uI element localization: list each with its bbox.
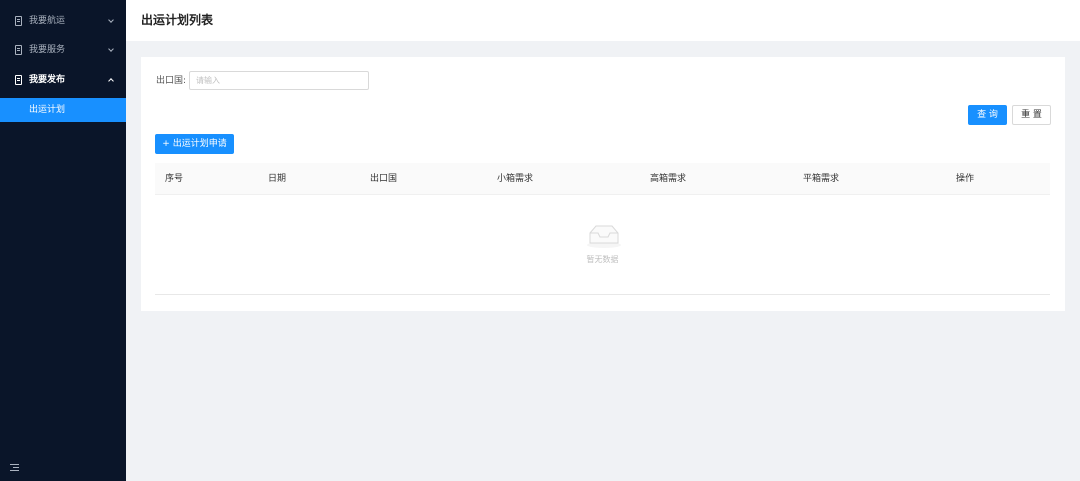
column-header: 日期 [268,174,287,184]
document-icon [15,45,22,55]
query-button[interactable]: 查 询 [968,105,1007,125]
sidebar-item-label: 我要发布 [29,75,66,85]
sidebar: 我要航运 我要服务 我要发布 出运计划 [0,0,126,481]
menu-fold-icon[interactable] [10,464,19,472]
column-header: 出口国 [370,174,398,184]
chevron-up-icon [108,78,114,84]
column-header: 小箱需求 [497,174,534,184]
chevron-down-icon [108,17,114,23]
sidebar-item-label: 我要航运 [29,16,66,26]
sidebar-item-shipping[interactable]: 我要航运 [0,7,126,36]
apply-shipping-plan-button[interactable]: + 出运计划申请 [155,134,234,154]
empty-inbox-icon [587,225,621,248]
document-icon [15,16,22,26]
export-country-input[interactable] [189,71,369,90]
table-header: 序号 日期 出口国 小箱需求 高箱需求 平箱需求 操作 [155,163,1050,195]
export-country-label: 出口国: [156,76,187,86]
sidebar-item-label: 我要服务 [29,45,66,55]
sidebar-subitem-shipping-plan[interactable]: 出运计划 [0,98,126,122]
column-header: 高箱需求 [650,174,687,184]
empty-text: 暂无数据 [586,255,619,264]
document-icon [15,75,22,85]
chevron-down-icon [108,46,114,52]
page-header: 出运计划列表 [126,0,1080,41]
sidebar-item-publish[interactable]: 我要发布 [0,66,126,95]
column-header: 平箱需求 [803,174,840,184]
table-empty-state: 暂无数据 [155,195,1050,295]
sidebar-item-service[interactable]: 我要服务 [0,36,126,65]
sidebar-subitem-label: 出运计划 [29,105,66,115]
column-header: 序号 [165,174,184,184]
page-title: 出运计划列表 [141,13,214,27]
content-card: 出口国: 查 询 重 置 + 出运计划申请 序号 日期 出口国 小箱需求 高箱需… [141,57,1065,311]
column-header: 操作 [956,174,975,184]
reset-button[interactable]: 重 置 [1012,105,1051,125]
